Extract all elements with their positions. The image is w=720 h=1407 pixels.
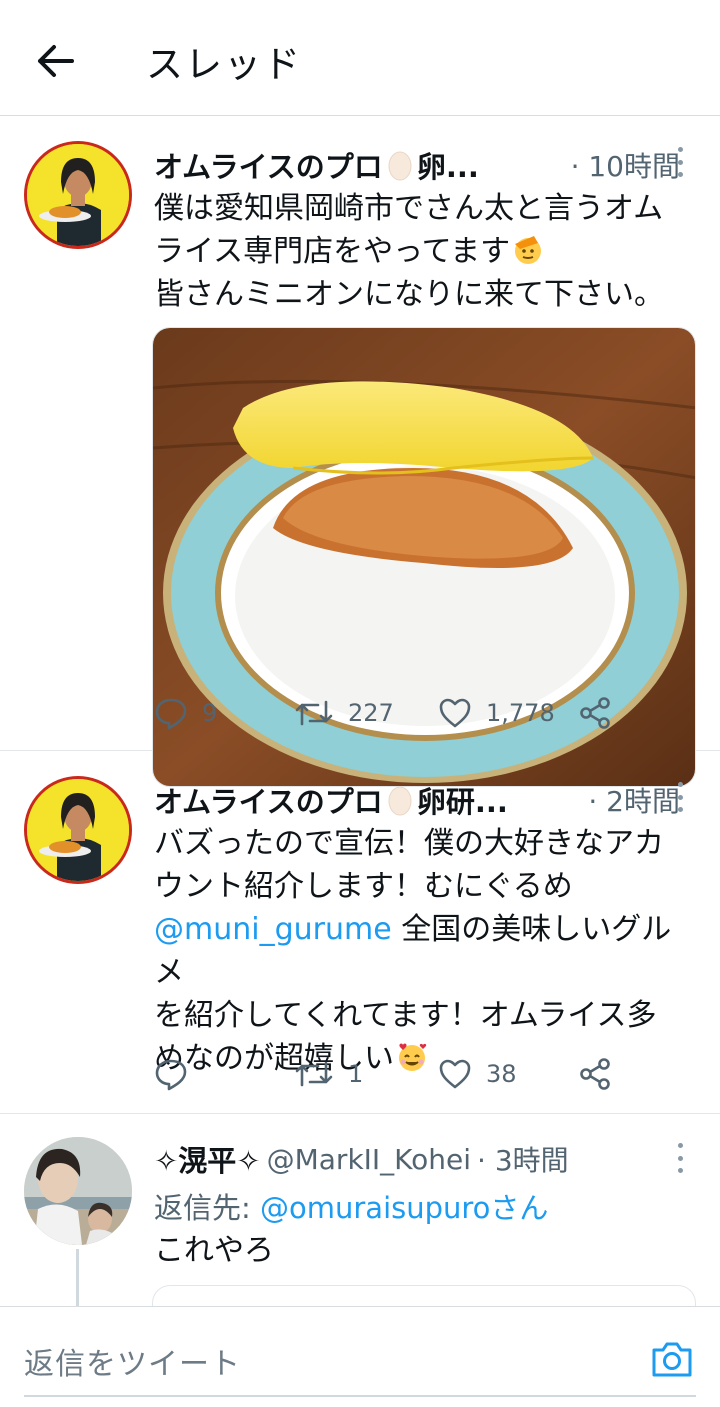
avatar[interactable] xyxy=(24,776,132,884)
camera-icon[interactable] xyxy=(650,1337,694,1381)
tweet-actions: 9 227 1,778 xyxy=(154,693,624,733)
like-button[interactable]: 1,778 xyxy=(438,693,555,733)
share-button[interactable] xyxy=(578,693,612,733)
replying-to-label: 返信先: xyxy=(154,1191,260,1225)
share-icon xyxy=(580,1058,610,1090)
mention-link[interactable]: @muni_gurume xyxy=(154,912,392,947)
input-underline xyxy=(24,1395,696,1397)
like-count: 38 xyxy=(486,1060,517,1088)
top-bar: スレッド xyxy=(0,0,720,116)
more-options-icon[interactable] xyxy=(672,147,688,177)
thread-connector xyxy=(76,1249,79,1306)
user-handle[interactable]: @MarkII_Kohei xyxy=(267,1143,471,1176)
replying-to: 返信先: @omuraisupuroさん xyxy=(154,1185,548,1227)
retweet-button[interactable]: 1 xyxy=(294,1054,363,1094)
display-name[interactable]: オムライスのプロ xyxy=(154,779,383,821)
more-options-icon[interactable] xyxy=(672,1143,688,1173)
saluting-face-emoji-icon xyxy=(515,236,542,264)
tweet-line-text: ライス専門店をやってます xyxy=(154,234,511,269)
share-button[interactable] xyxy=(578,1054,612,1094)
tweet-header: ✧滉平✧ @MarkII_Kohei · 3時間 xyxy=(154,1139,680,1179)
retweet-icon xyxy=(295,1061,333,1087)
display-name[interactable]: ✧滉平✧ xyxy=(154,1138,261,1180)
avatar[interactable] xyxy=(24,1137,132,1245)
retweet-count: 227 xyxy=(348,699,394,727)
tweet-header: オムライスのプロ 卵研... · 2時間 xyxy=(154,780,680,820)
reply-icon xyxy=(155,1059,187,1091)
like-count: 1,778 xyxy=(486,699,555,727)
tweet-2[interactable]: オムライスのプロ 卵研... · 2時間 バズったので宣伝！僕の大好きなアカ ウ… xyxy=(0,752,720,1114)
heart-icon xyxy=(439,1059,471,1089)
media-card[interactable] xyxy=(152,1285,696,1306)
tweet-text: バズったので宣伝！僕の大好きなアカ ウント紹介します！むにぐるめ @muni_g… xyxy=(154,822,694,1080)
reply-button[interactable]: 9 xyxy=(154,693,217,733)
timestamp[interactable]: · 3時間 xyxy=(477,1139,569,1179)
heart-icon xyxy=(439,698,471,728)
reply-icon xyxy=(155,698,187,730)
tweet-actions: 1 38 xyxy=(154,1054,624,1094)
retweet-count: 1 xyxy=(348,1060,364,1088)
more-options-icon[interactable] xyxy=(672,782,688,812)
reply-input[interactable]: 返信をツイート xyxy=(24,1339,241,1383)
tweet-header: オムライスのプロ 卵... · 10時間 xyxy=(154,145,680,185)
egg-emoji-icon xyxy=(388,151,412,181)
timestamp[interactable]: · 2時間 xyxy=(574,780,680,820)
like-button[interactable]: 38 xyxy=(438,1054,517,1094)
reply-button[interactable] xyxy=(154,1054,202,1094)
display-name-suffix: 卵... xyxy=(416,150,479,184)
tweet-1[interactable]: オムライスのプロ 卵... · 10時間 僕は愛知県岡崎市でさん太と言うオム ラ… xyxy=(0,117,720,787)
display-name[interactable]: オムライスのプロ xyxy=(154,144,383,186)
reply-count: 9 xyxy=(202,699,218,727)
retweet-icon xyxy=(295,700,333,726)
tweet-line: バズったので宣伝！僕の大好きなアカ xyxy=(154,826,664,861)
tweet-line: を紹介してくれてます！オムライス多 xyxy=(154,998,657,1033)
tweet-3[interactable]: ✧滉平✧ @MarkII_Kohei · 3時間 返信先: @omuraisup… xyxy=(0,1115,720,1306)
reply-composer: 返信をツイート xyxy=(0,1306,720,1407)
tweet-line: 僕は愛知県岡崎市でさん太と言うオム xyxy=(154,191,664,226)
share-icon xyxy=(580,697,610,729)
avatar[interactable] xyxy=(24,141,132,249)
display-name-suffix: 卵研... xyxy=(416,785,508,819)
tweet-line: @muni_gurume 全国の美味しいグルメ xyxy=(154,908,694,994)
tweet-line: ウント紹介します！むにぐるめ xyxy=(154,869,573,904)
tweet-line: 皆さんミニオンになりに来て下さい。 xyxy=(154,277,664,312)
retweet-button[interactable]: 227 xyxy=(294,693,394,733)
tweet-text: 僕は愛知県岡崎市でさん太と言うオム ライス専門店をやってます 皆さんミニオンにな… xyxy=(154,187,694,316)
page-title: スレッド xyxy=(146,43,302,86)
egg-emoji-icon xyxy=(388,786,412,816)
tweet-text: これやろ xyxy=(154,1233,274,1268)
timestamp[interactable]: · 10時間 xyxy=(557,145,680,185)
replying-to-mention[interactable]: @omuraisupuroさん xyxy=(260,1191,548,1225)
tweet-line: ライス専門店をやってます xyxy=(154,230,694,273)
back-arrow-icon[interactable] xyxy=(30,36,80,86)
